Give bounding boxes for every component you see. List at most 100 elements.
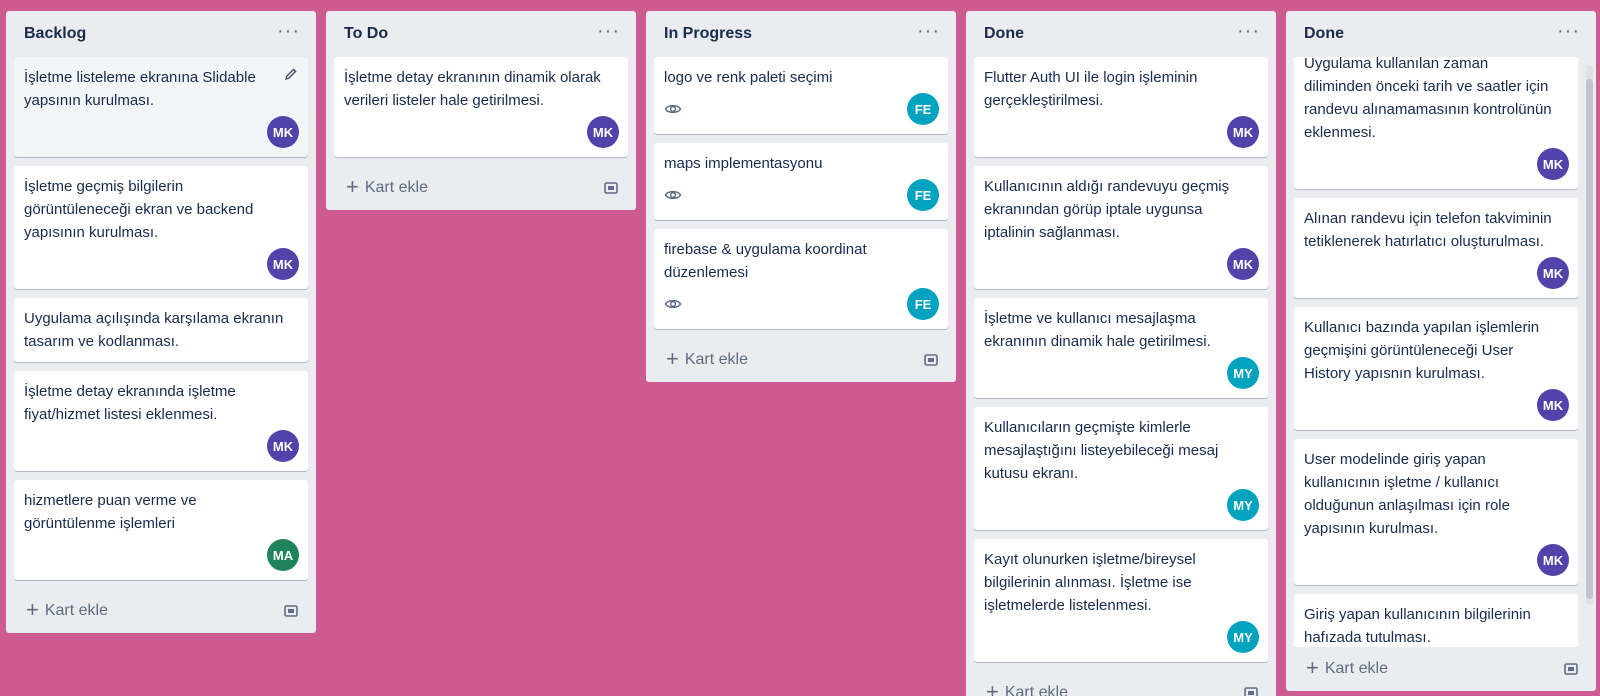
add-card-label: Kart ekle	[1324, 660, 1388, 677]
avatar[interactable]: MK	[267, 248, 299, 280]
list-title[interactable]: In Progress	[664, 25, 752, 43]
list-done-2: Done ··· Uygulama kullanılan zaman dilim…	[1286, 11, 1596, 691]
card[interactable]: Kullanıcıların geçmişte kimlerle mesajla…	[974, 407, 1268, 530]
card-title: logo ve renk paleti seçimi	[664, 69, 833, 86]
list-footer: + Kart ekle	[966, 671, 1276, 696]
card-title: İşletme listeleme ekranına Slidable yaps…	[24, 69, 256, 109]
avatar[interactable]: FE	[907, 288, 939, 320]
card-title: hizmetlere puan verme ve görüntülenme iş…	[24, 492, 197, 532]
list-footer: + Kart ekle	[1286, 647, 1596, 691]
card[interactable]: firebase & uygulama koordinat düzenlemes…	[654, 229, 948, 329]
list-title[interactable]: To Do	[344, 25, 388, 43]
avatar[interactable]: MK	[1537, 544, 1569, 576]
card-template-icon[interactable]	[1242, 685, 1260, 696]
add-card-label: Kart ekle	[364, 179, 428, 196]
avatar[interactable]: MK	[1227, 248, 1259, 280]
card-title: Uygulama açılışında karşılama ekranın ta…	[24, 310, 284, 350]
card[interactable]: maps implementasyonu FE	[654, 143, 948, 220]
card[interactable]: Flutter Auth UI ile login işleminin gerç…	[974, 57, 1268, 157]
pencil-icon[interactable]	[284, 67, 298, 81]
add-card-label: Kart ekle	[44, 602, 108, 619]
scrollbar[interactable]	[1586, 65, 1593, 605]
card-title: İşletme geçmiş bilgilerin görüntüleneceğ…	[24, 178, 254, 241]
card-title: İşletme ve kullanıcı mesajlaşma ekranını…	[984, 310, 1211, 350]
card-title: maps implementasyonu	[664, 155, 823, 172]
list-menu-icon[interactable]: ···	[1557, 21, 1580, 41]
list-done: Done ··· Flutter Auth UI ile login işlem…	[966, 11, 1276, 696]
list-menu-icon[interactable]: ···	[277, 21, 300, 41]
avatar[interactable]: MY	[1227, 357, 1259, 389]
add-card-button[interactable]: + Kart ekle	[26, 596, 108, 622]
card[interactable]: logo ve renk paleti seçimi FE	[654, 57, 948, 134]
avatar[interactable]: MK	[1227, 116, 1259, 148]
card[interactable]: User modelinde giriş yapan kullanıcının …	[1294, 439, 1578, 585]
card[interactable]: İşletme detay ekranının dinamik olarak v…	[334, 57, 628, 157]
list-header: Done ···	[1286, 11, 1596, 57]
list-title[interactable]: Backlog	[24, 25, 86, 43]
avatar[interactable]: MK	[267, 430, 299, 462]
scrollbar-thumb[interactable]	[1586, 79, 1593, 599]
card-template-icon[interactable]	[922, 352, 940, 368]
plus-icon: +	[666, 345, 679, 371]
card-title: Giriş yapan kullanıcının bilgilerinin ha…	[1304, 606, 1531, 646]
card-template-icon[interactable]	[282, 603, 300, 619]
card-title: Kullanıcıların geçmişte kimlerle mesajla…	[984, 419, 1219, 482]
list-title[interactable]: Done	[984, 25, 1024, 43]
card[interactable]: İşletme ve kullanıcı mesajlaşma ekranını…	[974, 298, 1268, 398]
card[interactable]: Kullanıcı bazında yapılan işlemlerin geç…	[1294, 307, 1578, 430]
add-card-label: Kart ekle	[684, 351, 748, 368]
avatar[interactable]: MY	[1227, 489, 1259, 521]
plus-icon: +	[346, 173, 359, 199]
card-title: İşletme detay ekranında işletme fiyat/hi…	[24, 383, 236, 423]
avatar[interactable]: MK	[1537, 389, 1569, 421]
eye-icon	[664, 104, 682, 114]
list-footer: + Kart ekle	[646, 338, 956, 382]
card[interactable]: İşletme geçmiş bilgilerin görüntüleneceğ…	[14, 166, 308, 289]
list-todo: To Do ··· İşletme detay ekranının dinami…	[326, 11, 636, 210]
list-menu-icon[interactable]: ···	[917, 21, 940, 41]
card[interactable]: Alınan randevu için telefon takviminin t…	[1294, 198, 1578, 298]
card[interactable]: Kayıt olunurken işletme/bireysel bilgile…	[974, 539, 1268, 662]
add-card-button[interactable]: + Kart ekle	[346, 173, 428, 199]
card-title: İşletme detay ekranının dinamik olarak v…	[344, 69, 601, 109]
add-card-label: Kart ekle	[1004, 684, 1068, 696]
card-title: firebase & uygulama koordinat düzenlemes…	[664, 241, 867, 281]
plus-icon: +	[26, 596, 39, 622]
add-card-button[interactable]: + Kart ekle	[1306, 656, 1388, 679]
avatar[interactable]: FE	[907, 93, 939, 125]
eye-icon	[664, 190, 682, 200]
list-menu-icon[interactable]: ···	[1237, 21, 1260, 41]
avatar[interactable]: MK	[1537, 257, 1569, 289]
avatar[interactable]: MA	[267, 539, 299, 571]
avatar[interactable]: FE	[907, 179, 939, 211]
list-in-progress: In Progress ··· logo ve renk paleti seçi…	[646, 11, 956, 382]
list-footer: + Kart ekle	[326, 166, 636, 210]
list-header: Backlog ···	[6, 11, 316, 57]
avatar[interactable]: MK	[1537, 148, 1569, 180]
card-title: Flutter Auth UI ile login işleminin gerç…	[984, 69, 1198, 109]
card[interactable]: İşletme listeleme ekranına Slidable yaps…	[14, 57, 308, 157]
card[interactable]: hizmetlere puan verme ve görüntülenme iş…	[14, 480, 308, 580]
list-header: To Do ···	[326, 11, 636, 57]
card[interactable]: Uygulama kullanılan zaman diliminden önc…	[1294, 57, 1578, 189]
card[interactable]: Kullanıcının aldığı randevuyu geçmiş ekr…	[974, 166, 1268, 289]
add-card-button[interactable]: + Kart ekle	[666, 345, 748, 371]
card-title: Kayıt olunurken işletme/bireysel bilgile…	[984, 551, 1196, 614]
card-title: Kullanıcı bazında yapılan işlemlerin geç…	[1304, 319, 1540, 382]
list-header: In Progress ···	[646, 11, 956, 57]
card-template-icon[interactable]	[602, 180, 620, 196]
card-template-icon[interactable]	[1562, 661, 1580, 677]
list-header: Done ···	[966, 11, 1276, 57]
avatar[interactable]: MK	[587, 116, 619, 148]
list-scroll-area[interactable]: Uygulama kullanılan zaman diliminden önc…	[1286, 57, 1596, 647]
avatar[interactable]: MY	[1227, 621, 1259, 653]
card-title: User modelinde giriş yapan kullanıcının …	[1304, 451, 1510, 537]
add-card-button[interactable]: + Kart ekle	[986, 680, 1068, 696]
card[interactable]: Uygulama açılışında karşılama ekranın ta…	[14, 298, 308, 362]
card-title: Uygulama kullanılan zaman diliminden önc…	[1304, 57, 1552, 141]
list-menu-icon[interactable]: ···	[597, 21, 620, 41]
avatar[interactable]: MK	[267, 116, 299, 148]
card[interactable]: Giriş yapan kullanıcının bilgilerinin ha…	[1294, 594, 1578, 647]
card[interactable]: İşletme detay ekranında işletme fiyat/hi…	[14, 371, 308, 471]
list-title[interactable]: Done	[1304, 25, 1344, 43]
